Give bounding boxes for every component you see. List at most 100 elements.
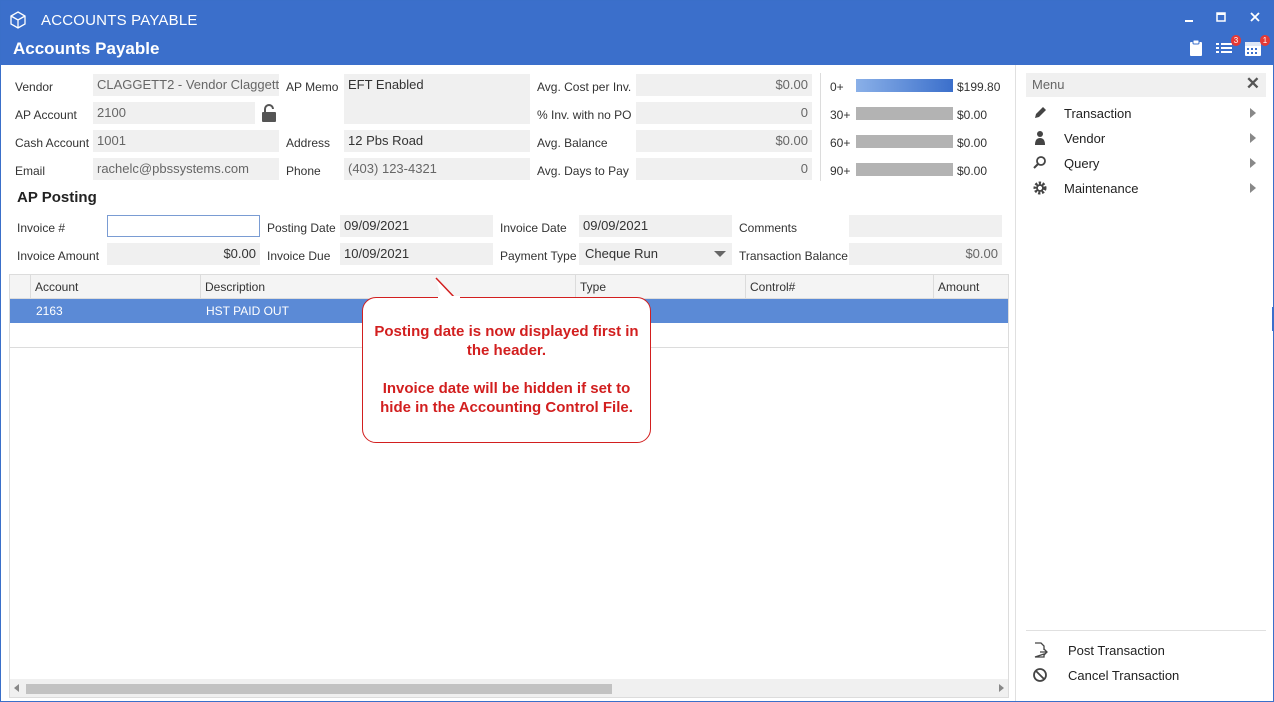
cash-account-field[interactable]: 1001 <box>93 130 279 152</box>
post-document-icon <box>1034 642 1048 658</box>
unlock-icon[interactable] <box>259 103 279 123</box>
avg-cost-label: Avg. Cost per Inv. <box>537 80 632 94</box>
posting-date-label: Posting Date <box>267 221 336 235</box>
payment-type-value: Cheque Run <box>585 246 658 261</box>
aging-bar <box>856 79 953 92</box>
menu-item-label: Query <box>1064 156 1100 171</box>
chevron-right-icon <box>1250 108 1256 118</box>
post-transaction-button[interactable]: Post Transaction <box>1030 640 1260 662</box>
avg-days-label: Avg. Days to Pay <box>537 164 629 178</box>
close-icon <box>1250 12 1260 22</box>
avg-days-field: 0 <box>636 158 812 180</box>
scroll-left-icon[interactable] <box>14 684 19 692</box>
aging-bucket-value: $0.00 <box>957 136 988 150</box>
email-field[interactable]: rachelc@pbssystems.com <box>93 158 279 180</box>
column-control[interactable]: Control# <box>745 275 933 299</box>
menu-header: Menu ✕ <box>1026 73 1266 97</box>
annotation-callout: Posting date is now displayed first in t… <box>362 297 651 443</box>
aging-bar <box>856 135 953 148</box>
window-title: ACCOUNTS PAYABLE <box>41 12 198 29</box>
aging-bar <box>856 107 953 120</box>
invoice-due-label: Invoice Due <box>267 249 331 263</box>
maximize-button[interactable] <box>1209 10 1233 30</box>
column-amount[interactable]: Amount <box>933 275 1008 299</box>
aging-bucket-label: 90+ <box>830 164 851 178</box>
comments-field[interactable] <box>849 215 1002 237</box>
person-icon <box>1035 131 1045 145</box>
chevron-down-icon <box>714 251 726 257</box>
vendor-label: Vendor <box>15 80 54 94</box>
ap-account-field[interactable]: 2100 <box>93 102 255 124</box>
inv-no-po-field: 0 <box>636 102 812 124</box>
menu-item-vendor[interactable]: Vendor <box>1030 128 1260 150</box>
avg-cost-field: $0.00 <box>636 74 812 96</box>
aging-bucket-value: $199.80 <box>957 80 1001 94</box>
task-list-button[interactable]: 3 <box>1215 35 1241 59</box>
close-button[interactable] <box>1243 10 1267 30</box>
cancel-icon <box>1033 668 1047 682</box>
title-bar: ACCOUNTS PAYABLE Accounts Payable 3 1 <box>1 1 1273 65</box>
menu-item-label: Transaction <box>1064 106 1132 121</box>
menu-item-label: Maintenance <box>1064 181 1139 196</box>
phone-field[interactable]: (403) 123-4321 <box>344 158 530 180</box>
column-description[interactable]: Description <box>200 275 575 299</box>
menu-item-maintenance[interactable]: Maintenance <box>1030 178 1260 200</box>
calendar-button[interactable]: 1 <box>1244 35 1270 59</box>
callout-line-1: Posting date is now displayed first in t… <box>374 323 639 359</box>
pencil-icon <box>1035 107 1046 118</box>
side-menu: Menu ✕ Transaction Vendor Query Maintena… <box>1015 65 1273 701</box>
cancel-transaction-label: Cancel Transaction <box>1068 668 1180 683</box>
menu-item-label: Vendor <box>1064 131 1106 146</box>
menu-divider <box>1026 630 1266 631</box>
invoice-due-field[interactable]: 10/09/2021 <box>340 243 493 265</box>
avg-balance-field: $0.00 <box>636 130 812 152</box>
transaction-balance-field: $0.00 <box>849 243 1002 265</box>
horizontal-scrollbar[interactable] <box>10 679 1008 697</box>
aging-bucket-label: 30+ <box>830 108 851 122</box>
maximize-icon <box>1216 12 1226 22</box>
invoice-date-field[interactable]: 09/09/2021 <box>579 215 732 237</box>
callout-pointer-mask <box>438 296 460 300</box>
scrollbar-thumb[interactable] <box>26 684 612 694</box>
avg-balance-label: Avg. Balance <box>537 136 608 150</box>
row-account: 2163 <box>36 304 63 318</box>
accounts-payable-window: ACCOUNTS PAYABLE Accounts Payable 3 1 Ve… <box>0 0 1274 702</box>
aging-bucket-label: 0+ <box>830 80 844 94</box>
aging-bucket-value: $0.00 <box>957 108 988 122</box>
invoice-number-label: Invoice # <box>17 221 66 235</box>
clipboard-button[interactable] <box>1187 39 1209 59</box>
menu-item-transaction[interactable]: Transaction <box>1030 103 1260 125</box>
ap-memo-field[interactable]: EFT Enabled <box>344 74 530 124</box>
clipboard-icon <box>1190 39 1202 56</box>
minimize-button[interactable] <box>1177 10 1201 30</box>
vendor-field[interactable]: CLAGGETT2 - Vendor Claggett <box>93 74 279 96</box>
invoice-number-input[interactable] <box>107 215 260 237</box>
phone-label: Phone <box>286 164 321 178</box>
page-title: Accounts Payable <box>13 39 160 58</box>
menu-item-query[interactable]: Query <box>1030 153 1260 175</box>
notification-badge: 3 <box>1231 35 1241 46</box>
minimize-icon <box>1185 20 1193 22</box>
posting-date-field[interactable]: 09/09/2021 <box>340 215 493 237</box>
column-account[interactable]: Account <box>30 275 200 299</box>
address-field[interactable]: 12 Pbs Road <box>344 130 530 152</box>
search-icon <box>1033 156 1046 169</box>
callout-line-2: Invoice date will be hidden if set to hi… <box>380 380 633 416</box>
transaction-balance-label: Transaction Balance <box>739 249 848 263</box>
aging-divider <box>820 73 821 181</box>
column-type[interactable]: Type <box>575 275 745 299</box>
comments-label: Comments <box>739 221 798 235</box>
cancel-transaction-button[interactable]: Cancel Transaction <box>1030 665 1260 687</box>
inv-no-po-label: % Inv. with no PO <box>537 108 632 122</box>
menu-title: Menu <box>1032 77 1065 92</box>
menu-close-icon[interactable]: ✕ <box>1246 74 1260 94</box>
grid-header-spacer <box>10 275 30 299</box>
cube-icon <box>10 11 26 29</box>
gear-icon <box>1033 181 1047 195</box>
aging-bucket-value: $0.00 <box>957 164 988 178</box>
payment-type-select[interactable]: Cheque Run <box>579 243 732 265</box>
aging-bar <box>856 163 953 176</box>
scroll-right-icon[interactable] <box>999 684 1004 692</box>
invoice-amount-field[interactable]: $0.00 <box>107 243 260 265</box>
invoice-amount-label: Invoice Amount <box>17 249 100 263</box>
